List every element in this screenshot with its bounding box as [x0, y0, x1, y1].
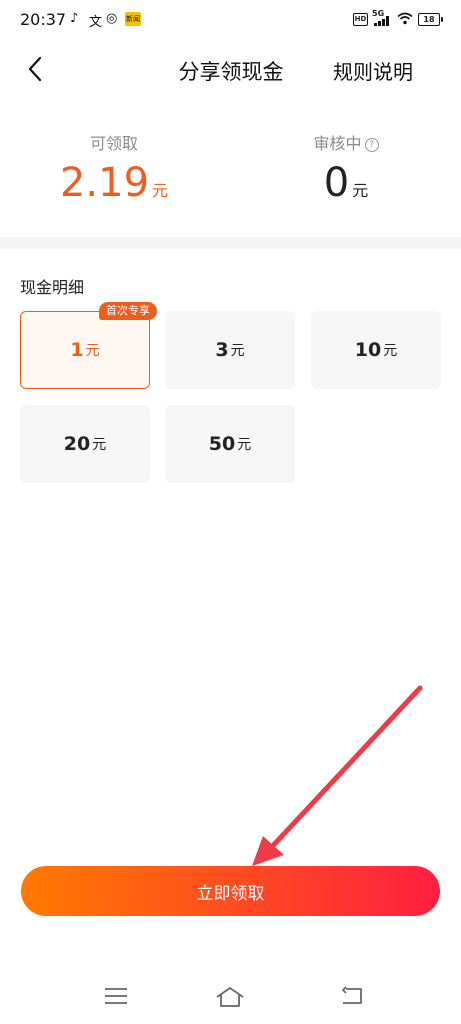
home-icon[interactable] [214, 986, 246, 1008]
claim-now-button[interactable]: 立即领取 [21, 866, 440, 916]
menu-icon[interactable] [104, 986, 128, 1006]
claim-now-label: 立即领取 [196, 883, 265, 904]
back-icon[interactable] [340, 986, 364, 1006]
